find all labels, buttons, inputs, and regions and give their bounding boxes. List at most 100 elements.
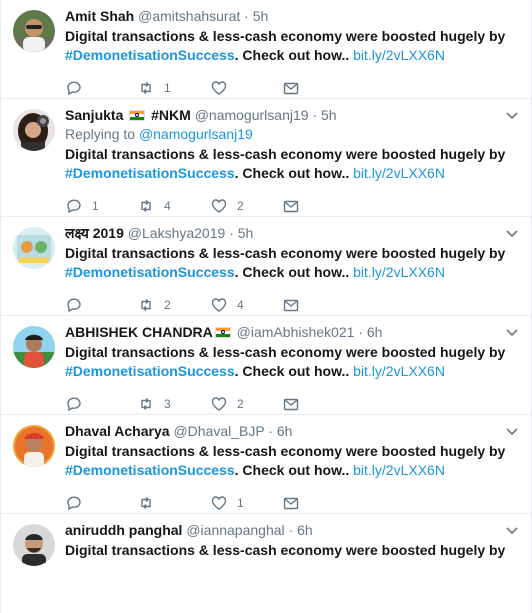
reply-count: 1 bbox=[92, 199, 99, 213]
chevron-down-icon[interactable] bbox=[505, 111, 519, 121]
reply-button[interactable] bbox=[66, 394, 92, 414]
hashtag-link[interactable]: #DemonetisationSuccess bbox=[65, 264, 235, 280]
tweet-actions: 3 2 bbox=[65, 394, 325, 414]
tweet-actions: 1 bbox=[65, 493, 325, 513]
retweet-count: 3 bbox=[164, 397, 171, 411]
retweet-button[interactable]: 2 bbox=[138, 295, 171, 315]
reply-icon bbox=[66, 396, 82, 412]
tweet-item[interactable]: ABHISHEK CHANDRA @iamAbhishek021 · 6h Di… bbox=[1, 316, 531, 415]
hashtag-link[interactable]: #DemonetisationSuccess bbox=[65, 47, 235, 63]
tweet-text-main: Digital transactions & less-cash economy… bbox=[65, 28, 506, 44]
author-handle[interactable]: @namogurlsanj19 bbox=[195, 107, 309, 123]
author-name[interactable]: ABHISHEK CHANDRA bbox=[65, 324, 213, 340]
direct-message-button[interactable] bbox=[283, 78, 299, 98]
separator-dot: · bbox=[229, 225, 234, 241]
retweet-button[interactable]: 1 bbox=[138, 78, 171, 98]
tweet-time[interactable]: 6h bbox=[367, 324, 383, 340]
tweet-feed: Amit Shah @amitshahsurat · 5h Digital tr… bbox=[0, 0, 532, 613]
retweet-icon bbox=[138, 297, 154, 313]
tweet-text: Digital transactions & less-cash economy… bbox=[65, 442, 505, 480]
direct-message-button[interactable] bbox=[283, 394, 299, 414]
reply-button[interactable] bbox=[66, 493, 92, 513]
tweet-time[interactable]: 5h bbox=[253, 8, 269, 24]
author-name[interactable]: aniruddh panghal bbox=[65, 522, 182, 538]
direct-message-button[interactable] bbox=[283, 295, 299, 315]
url-link[interactable]: bit.ly/2vLXX6N bbox=[353, 462, 445, 478]
tweet-time[interactable]: 5h bbox=[321, 107, 337, 123]
retweet-button[interactable]: 3 bbox=[138, 394, 171, 414]
heart-icon bbox=[211, 495, 227, 511]
tweet-text-main: Digital transactions & less-cash economy… bbox=[65, 443, 506, 459]
reply-button[interactable]: 1 bbox=[66, 196, 99, 216]
sanjukta-avatar[interactable] bbox=[13, 109, 55, 151]
url-link[interactable]: bit.ly/2vLXX6N bbox=[353, 165, 445, 181]
url-link[interactable]: bit.ly/2vLXX6N bbox=[353, 47, 445, 63]
author-handle[interactable]: @amitshahsurat bbox=[138, 8, 240, 24]
tweet-item[interactable]: aniruddh panghal @iannapanghal · 6h Digi… bbox=[1, 514, 531, 613]
separator-dot: · bbox=[312, 107, 318, 123]
author-handle[interactable]: @Lakshya2019 bbox=[128, 225, 226, 241]
separator-dot: · bbox=[268, 423, 273, 439]
tweet-text-tail: . Check out how.. bbox=[234, 363, 350, 379]
author-handle[interactable]: @iamAbhishek021 bbox=[237, 324, 355, 340]
chevron-down-icon[interactable] bbox=[505, 526, 519, 536]
separator-dot: · bbox=[244, 8, 249, 24]
envelope-icon bbox=[283, 495, 299, 511]
retweet-button[interactable]: 4 bbox=[138, 196, 171, 216]
envelope-icon bbox=[283, 396, 299, 412]
tweet-time[interactable]: 6h bbox=[297, 522, 313, 538]
like-button[interactable]: 4 bbox=[211, 295, 244, 315]
tweet-text: Digital transactions & less-cash economy… bbox=[65, 541, 505, 560]
direct-message-button[interactable] bbox=[283, 196, 299, 216]
tweet-text-tail: . Check out how.. bbox=[234, 264, 350, 280]
tweet-time[interactable]: 5h bbox=[238, 225, 254, 241]
url-link[interactable]: bit.ly/2vLXX6N bbox=[353, 264, 445, 280]
retweet-count: 1 bbox=[164, 81, 171, 95]
tweet-actions: 2 4 bbox=[65, 295, 325, 315]
author-handle[interactable]: @iannapanghal bbox=[186, 522, 284, 538]
hashtag-link[interactable]: #DemonetisationSuccess bbox=[65, 165, 235, 181]
author-name[interactable]: Amit Shah bbox=[65, 8, 134, 24]
tweet-item[interactable]: लक्ष्य 2019 @Lakshya2019 · 5h Digital tr… bbox=[1, 217, 531, 316]
envelope-icon bbox=[283, 80, 299, 96]
heart-icon bbox=[211, 396, 227, 412]
reply-icon bbox=[66, 297, 82, 313]
replying-label: Replying to bbox=[65, 126, 136, 142]
lakshya-avatar[interactable] bbox=[13, 227, 55, 269]
retweet-button[interactable] bbox=[138, 493, 164, 513]
chevron-down-icon[interactable] bbox=[505, 427, 519, 437]
reply-icon bbox=[66, 198, 82, 214]
dhaval-avatar[interactable] bbox=[13, 425, 55, 467]
chevron-down-icon[interactable] bbox=[505, 229, 519, 239]
retweet-icon bbox=[138, 80, 154, 96]
reply-button[interactable] bbox=[66, 295, 92, 315]
retweet-icon bbox=[138, 198, 154, 214]
tweet-item[interactable]: Sanjukta #NKM @namogurlsanj19 · 5h Reply… bbox=[1, 99, 531, 217]
amit-avatar[interactable] bbox=[13, 10, 55, 52]
reply-button[interactable] bbox=[66, 78, 92, 98]
reply-icon bbox=[66, 80, 82, 96]
tweet-text: Digital transactions & less-cash economy… bbox=[65, 27, 505, 65]
like-button[interactable] bbox=[211, 78, 237, 98]
like-button[interactable]: 2 bbox=[211, 196, 244, 216]
like-button[interactable]: 2 bbox=[211, 394, 244, 414]
retweet-count: 2 bbox=[164, 298, 171, 312]
author-name[interactable]: लक्ष्य 2019 bbox=[65, 225, 124, 241]
chevron-down-icon[interactable] bbox=[505, 328, 519, 338]
author-name[interactable]: Dhaval Acharya bbox=[65, 423, 170, 439]
tweet-text-main: Digital transactions & less-cash economy… bbox=[65, 245, 506, 261]
tweet-item[interactable]: Amit Shah @amitshahsurat · 5h Digital tr… bbox=[1, 0, 531, 99]
hashtag-link[interactable]: #DemonetisationSuccess bbox=[65, 462, 235, 478]
url-link[interactable]: bit.ly/2vLXX6N bbox=[353, 363, 445, 379]
abhishek-avatar[interactable] bbox=[13, 326, 55, 368]
direct-message-button[interactable] bbox=[283, 493, 299, 513]
author-handle[interactable]: @Dhaval_BJP bbox=[173, 423, 264, 439]
envelope-icon bbox=[283, 297, 299, 313]
like-button[interactable]: 1 bbox=[211, 493, 244, 513]
hashtag-link[interactable]: #DemonetisationSuccess bbox=[65, 363, 235, 379]
aniruddh-avatar[interactable] bbox=[13, 524, 55, 566]
tweet-item[interactable]: Dhaval Acharya @Dhaval_BJP · 6h Digital … bbox=[1, 415, 531, 514]
author-name[interactable]: Sanjukta bbox=[65, 107, 123, 123]
replying-handle[interactable]: @namogurlsanj19 bbox=[139, 126, 253, 142]
tweet-time[interactable]: 6h bbox=[277, 423, 293, 439]
